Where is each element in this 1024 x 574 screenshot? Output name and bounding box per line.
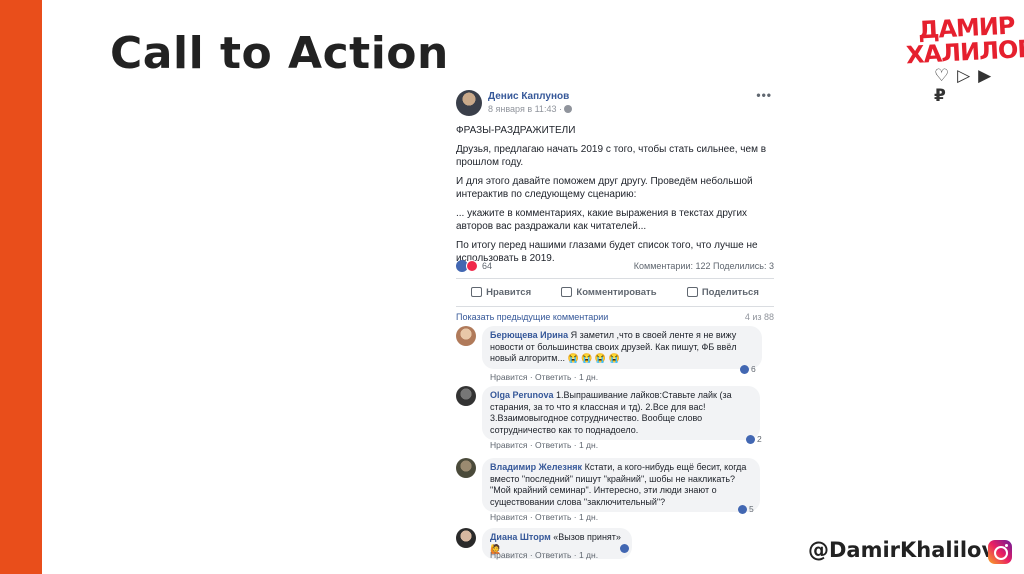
slide-title: Call to Action: [110, 28, 449, 79]
post-paragraph: ФРАЗЫ-РАЗДРАЖИТЕЛИ: [456, 125, 576, 136]
facebook-post: Денис Каплунов 8 января в 11:43 · ••• ФР…: [448, 82, 782, 562]
comment-reaction-count: 2: [757, 434, 762, 444]
comment-author[interactable]: Olga Perunova: [490, 390, 554, 400]
commenter-avatar[interactable]: [456, 386, 476, 406]
comment-reactions[interactable]: 5: [738, 504, 754, 514]
comments-page-count: 4 из 88: [744, 312, 774, 322]
comment-reaction-count: 5: [749, 504, 754, 514]
like-button[interactable]: Нравится: [471, 287, 531, 298]
comment-author[interactable]: Владимир Железняк: [490, 462, 582, 472]
post-paragraph: ... укажите в комментариях, какие выраже…: [456, 208, 748, 232]
comment-item: Olga Perunova 1.Выпрашивание лайков:Став…: [456, 386, 774, 452]
comment-actions[interactable]: Нравится · Ответить · 1 дн.: [490, 440, 598, 450]
like-reaction-icon: [740, 364, 749, 374]
post-timestamp[interactable]: 8 января в 11:43 ·: [488, 104, 562, 114]
previous-comments-label[interactable]: Показать предыдущие комментарии: [456, 312, 608, 322]
comment-item: Берющева Ирина Я заметил ,что в своей ле…: [456, 326, 774, 382]
divider: [456, 278, 774, 279]
accent-sidebar-bar: [0, 0, 42, 574]
love-reaction-icon[interactable]: [466, 260, 478, 272]
comment-author[interactable]: Берющева Ирина: [490, 330, 568, 340]
comment-actions[interactable]: Нравится · Ответить · 1 дн.: [490, 372, 598, 382]
comment-reactions[interactable]: 6: [740, 364, 756, 374]
brand-logo: ДАМИР ХАЛИЛОВ ♡ ▷ ▶ ₽: [904, 11, 1024, 106]
show-previous-comments-link[interactable]: Показать предыдущие комментарии 4 из 88: [456, 312, 774, 322]
post-header: Денис Каплунов 8 января в 11:43 · •••: [456, 88, 774, 118]
like-reaction-icon: [620, 544, 629, 553]
post-body: ФРАЗЫ-РАЗДРАЖИТЕЛИ Друзья, предлагаю нач…: [456, 124, 774, 271]
comment-reactions[interactable]: 2: [746, 434, 762, 444]
comment-author[interactable]: Диана Шторм: [490, 532, 551, 542]
comment-bubble: Берющева Ирина Я заметил ,что в своей ле…: [482, 326, 762, 369]
divider: [456, 306, 774, 307]
comment-icon: [561, 287, 573, 297]
commenter-avatar[interactable]: [456, 458, 476, 478]
comment-item: Диана Шторм «Вызов принят» 🙋 Нравится · …: [456, 528, 774, 560]
comment-label: Комментировать: [576, 286, 657, 298]
comment-item: Владимир Железняк Кстати, а кого-нибудь …: [456, 458, 774, 522]
commenter-avatar[interactable]: [456, 326, 476, 346]
logo-icons: ♡ ▷ ▶ ₽: [934, 66, 993, 106]
thumbs-up-icon: [471, 287, 483, 297]
post-author-name[interactable]: Денис Каплунов: [488, 91, 569, 102]
more-options-icon[interactable]: •••: [756, 88, 772, 102]
like-reaction-icon: [746, 434, 755, 444]
instagram-icon: [988, 540, 1012, 564]
commenter-avatar[interactable]: [456, 528, 476, 548]
post-paragraph: Друзья, предлагаю начать 2019 с того, чт…: [456, 144, 767, 168]
comment-bubble: Olga Perunova 1.Выпрашивание лайков:Став…: [482, 386, 760, 440]
comment-actions[interactable]: Нравится · Ответить · 1 дн.: [490, 512, 598, 522]
share-button[interactable]: Поделиться: [686, 286, 759, 298]
reaction-count[interactable]: 64: [482, 261, 492, 271]
comment-button[interactable]: Комментировать: [561, 286, 657, 298]
post-meta[interactable]: 8 января в 11:43 ·: [488, 104, 572, 114]
post-actions: Нравится Комментировать Поделиться: [456, 282, 774, 302]
share-label: Поделиться: [701, 286, 759, 298]
globe-icon: [563, 105, 572, 113]
comment-bubble: Владимир Железняк Кстати, а кого-нибудь …: [482, 458, 760, 512]
comment-reaction-count: 6: [751, 364, 756, 374]
share-icon: [686, 287, 698, 297]
comment-reactions[interactable]: [620, 544, 629, 553]
comment-actions[interactable]: Нравится · Ответить · 1 дн.: [490, 550, 598, 560]
like-label: Нравится: [486, 286, 532, 298]
like-reaction-icon: [738, 504, 747, 514]
comments-shares-count[interactable]: Комментарии: 122 Поделились: 3: [634, 261, 774, 271]
post-paragraph: И для этого давайте поможем друг другу. …: [456, 176, 753, 200]
post-stats: 64 Комментарии: 122 Поделились: 3: [456, 260, 774, 274]
social-handle: @DamirKhalilov: [808, 538, 996, 562]
logo-line-2: ХАЛИЛОВ: [905, 34, 1024, 70]
author-avatar[interactable]: [456, 90, 482, 116]
